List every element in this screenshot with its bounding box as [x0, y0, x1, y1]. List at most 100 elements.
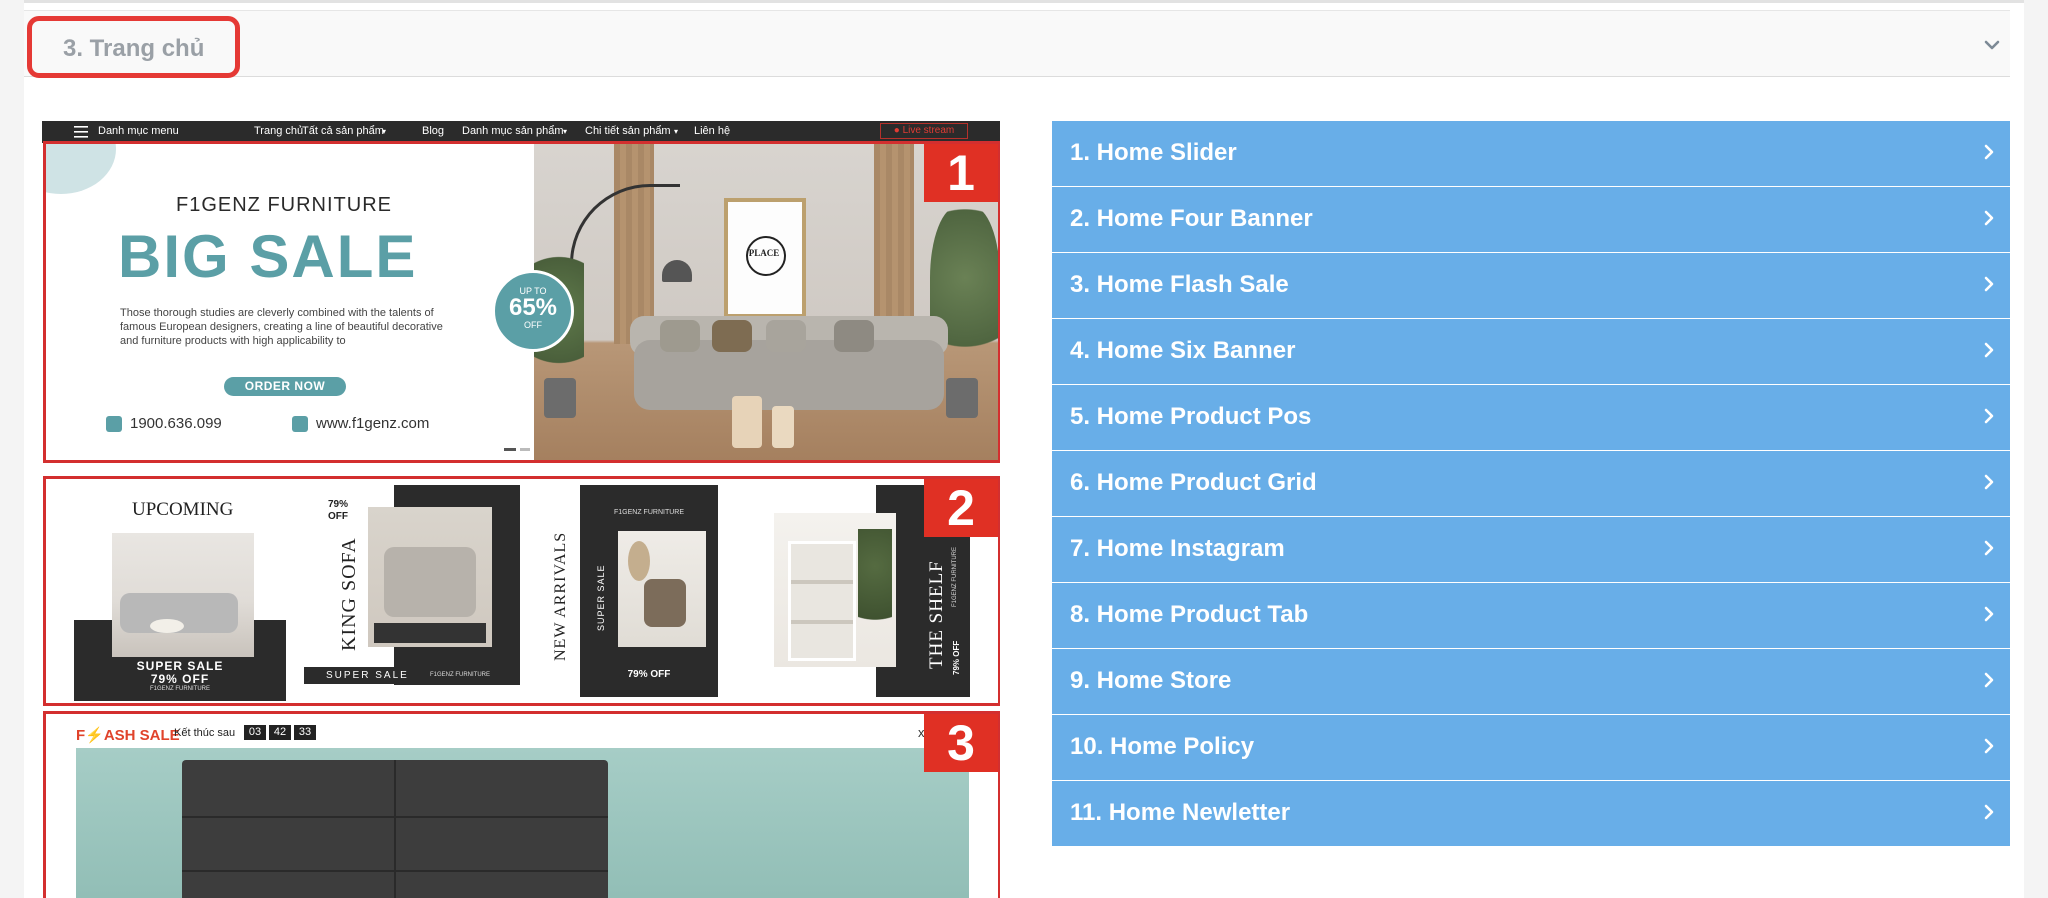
- cushion: [766, 320, 806, 352]
- wall-frame: PLACE: [724, 198, 806, 318]
- promo-value: 65%: [508, 294, 558, 321]
- settings-card: 3. Trang chủ Danh mục menu Trang chủ Tất…: [24, 0, 2024, 898]
- cushion: [660, 320, 700, 352]
- countdown-minutes: 42: [269, 725, 291, 740]
- banner4-vertical-title: THE SHELF: [926, 560, 947, 669]
- preview-nav-link: Blog: [422, 125, 445, 137]
- countdown-hours: 03: [244, 725, 266, 740]
- chair-shape: [644, 579, 686, 627]
- side-table: [772, 406, 794, 448]
- section-item-home-newletter[interactable]: 11. Home Newletter: [1052, 781, 2010, 846]
- banner-chair-photo: [618, 531, 706, 647]
- section-item-label: 9. Home Store: [1070, 667, 1232, 694]
- preview-nav-link: Liên hệ: [694, 125, 731, 137]
- section-item-home-store[interactable]: 9. Home Store: [1052, 649, 2010, 714]
- dresser-divider: [394, 760, 396, 898]
- preview-nav-link: Tất cả sản phẩm: [302, 125, 384, 137]
- plant-pot: [544, 378, 576, 418]
- banner2-vertical-title: KING SOFA: [338, 537, 360, 651]
- section-item-home-product-pos[interactable]: 5. Home Product Pos: [1052, 385, 2010, 450]
- section-item-home-policy[interactable]: 10. Home Policy: [1052, 715, 2010, 780]
- banner3-vertical-title: NEW ARRIVALS: [552, 531, 569, 661]
- flash-ends-label: Kết thúc sau: [174, 727, 236, 739]
- slider-description: Those thorough studies are cleverly comb…: [120, 307, 443, 347]
- homepage-preview-image: Danh mục menu Trang chủ Tất cả sản phẩm …: [42, 121, 1000, 898]
- flash-sale-title: F⚡ASH SALE: [76, 727, 180, 744]
- section-item-home-slider[interactable]: 1. Home Slider: [1052, 121, 2010, 186]
- section-item-label: 2. Home Four Banner: [1070, 205, 1313, 232]
- chevron-right-icon: [1984, 606, 1994, 622]
- section-item-label: 3. Home Flash Sale: [1070, 271, 1289, 298]
- chevron-right-icon: [1984, 144, 1994, 160]
- drawer-line: [182, 816, 608, 818]
- promo-circle: UP TO 65% OFF: [492, 270, 574, 352]
- section-item-label: 1. Home Slider: [1070, 139, 1237, 166]
- slider-text-panel: F1GENZ FURNITURE BIG SALE Those thorough…: [46, 144, 534, 460]
- slider-website: www.f1genz.com: [316, 415, 430, 432]
- section-item-home-product-grid[interactable]: 6. Home Product Grid: [1052, 451, 2010, 516]
- region-number-badge: 1: [924, 144, 998, 202]
- preview-navbar: Danh mục menu Trang chủ Tất cả sản phẩm …: [42, 121, 1000, 143]
- chevron-right-icon: [1984, 672, 1994, 688]
- chevron-right-icon: [1984, 408, 1994, 424]
- title-highlight-box: 3. Trang chủ: [27, 16, 240, 78]
- slider-pagination: [504, 448, 530, 451]
- cushion: [834, 320, 874, 352]
- link-icon: [292, 416, 308, 432]
- slider-order-button: ORDER NOW: [224, 377, 346, 396]
- phone-icon: [106, 416, 122, 432]
- preview-nav-link: Chi tiết sản phẩm: [585, 125, 671, 137]
- slider-phone: 1900.636.099: [130, 415, 222, 432]
- slider-headline: BIG SALE: [118, 223, 418, 290]
- banner-upcoming-title: UPCOMING: [132, 499, 234, 520]
- floor-lamp: [570, 184, 680, 334]
- preview-live-stream: ● Live stream: [880, 123, 968, 139]
- chevron-right-icon: [1984, 738, 1994, 754]
- banner2-sale: SUPER SALE: [326, 670, 409, 681]
- section-item-home-four-banner[interactable]: 2. Home Four Banner: [1052, 187, 2010, 252]
- hamburger-menu-icon: [74, 126, 88, 138]
- frame-text: PLACE: [748, 248, 780, 258]
- table-shape: [150, 619, 184, 633]
- region-home-slider: F1GENZ FURNITURE BIG SALE Those thorough…: [43, 141, 1000, 463]
- section-item-home-product-tab[interactable]: 8. Home Product Tab: [1052, 583, 2010, 648]
- home-sections-list: 1. Home Slider 2. Home Four Banner 3. Ho…: [1052, 121, 2010, 847]
- chevron-right-icon: [1984, 342, 1994, 358]
- flash-sale-product-photo: [76, 748, 969, 898]
- plant-shape: [858, 529, 892, 653]
- section-item-label: 7. Home Instagram: [1070, 535, 1285, 562]
- banner2-off: 79% OFF: [328, 499, 349, 522]
- cushion: [712, 320, 752, 352]
- section-item-home-six-banner[interactable]: 4. Home Six Banner: [1052, 319, 2010, 384]
- section-header-trang-chu[interactable]: 3. Trang chủ: [24, 10, 2010, 78]
- decor-blob: [46, 144, 116, 194]
- side-table: [732, 396, 762, 448]
- caret-down-icon: ▾: [382, 127, 387, 136]
- shelf-shape: [788, 541, 856, 661]
- banner3-off: 79% OFF: [627, 669, 671, 680]
- region-number-badge: 3: [924, 714, 998, 772]
- caret-down-icon: ▾: [563, 127, 568, 136]
- countdown-seconds: 33: [294, 725, 316, 740]
- banner1-off: 79% OFF: [150, 672, 210, 686]
- section-item-home-instagram[interactable]: 7. Home Instagram: [1052, 517, 2010, 582]
- caret-down-icon: ▾: [674, 127, 679, 136]
- sofa-shape: [384, 547, 476, 617]
- preview-nav-link: Danh mục sản phẩm: [462, 125, 564, 137]
- section-item-home-flash-sale[interactable]: 3. Home Flash Sale: [1052, 253, 2010, 318]
- banner-sofa-photo: [112, 533, 254, 657]
- lamp-shade: [662, 260, 692, 282]
- section-item-label: 11. Home Newletter: [1070, 799, 1291, 826]
- chevron-right-icon: [1984, 474, 1994, 490]
- tray-shape: [374, 623, 486, 643]
- region-home-flash-sale: F⚡ASH SALE Kết thúc sau 03 42 33 x 3: [43, 711, 1000, 898]
- section-item-label: 4. Home Six Banner: [1070, 337, 1296, 364]
- region-home-four-banner: UPCOMING SUPER SALE 79% OFF F1GENZ FURNI…: [43, 476, 1000, 706]
- record-dot-icon: ●: [893, 125, 903, 136]
- chevron-right-icon: [1984, 804, 1994, 820]
- chevron-down-icon[interactable]: [1982, 35, 2002, 55]
- banner4-off: 79% OFF: [952, 640, 961, 675]
- preview-menu-label: Danh mục menu: [98, 125, 179, 137]
- section-title: 3. Trang chủ: [63, 35, 205, 62]
- banner-shelf-photo: [774, 513, 896, 667]
